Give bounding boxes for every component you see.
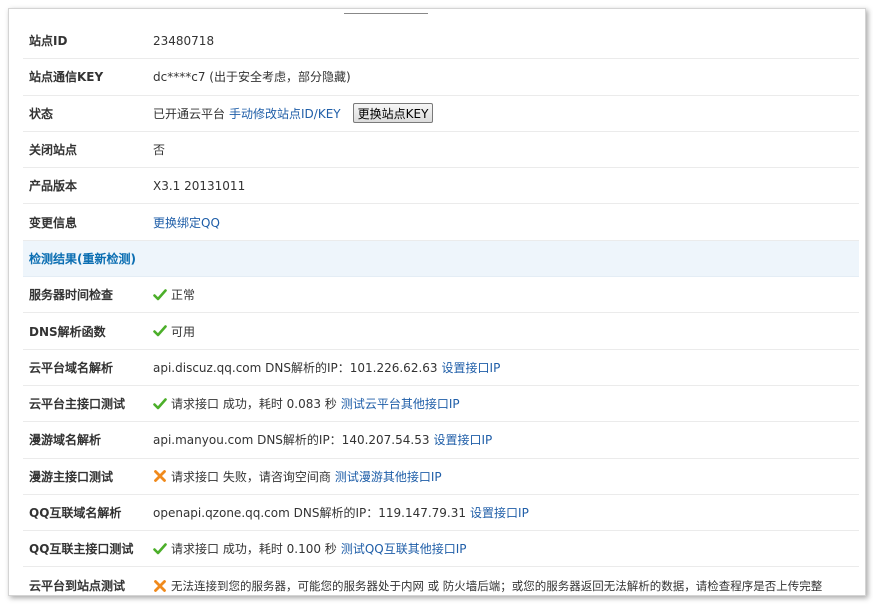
check-label: 云平台主接口测试	[29, 397, 126, 412]
table-row: 变更信息 更换绑定QQ	[23, 204, 859, 241]
change-bound-qq-link[interactable]: 更换绑定QQ	[153, 214, 220, 231]
check-result-text: 可用	[171, 324, 196, 339]
table-row: 关闭站点 否	[23, 132, 859, 169]
check-icon	[153, 325, 167, 337]
check-row: 云平台主接口测试 请求接口 成功，耗时 0.083 秒 测试云平台其他接口IP	[23, 386, 859, 423]
check-row: 云平台域名解析 api.discuz.qq.com DNS解析的IP：101.2…	[23, 350, 859, 386]
test-cloud-other-ip-link[interactable]: 测试云平台其他接口IP	[341, 395, 460, 412]
table-row: 状态 已开通云平台 手动修改站点ID/KEY 更换站点KEY	[23, 96, 859, 132]
row-label: 变更信息	[29, 215, 78, 230]
check-row: 漫游域名解析 api.manyou.com DNS解析的IP：140.207.5…	[23, 422, 859, 459]
set-interface-ip-link[interactable]: 设置接口IP	[433, 431, 492, 448]
section-title: 检测结果(重新检测)	[29, 251, 136, 266]
dns-result-text: openapi.qzone.qq.com DNS解析的IP：119.147.79…	[153, 506, 467, 520]
check-row: QQ互联域名解析 openapi.qzone.qq.com DNS解析的IP：1…	[23, 495, 859, 532]
check-label: 服务器时间检查	[29, 288, 114, 303]
table-row: 产品版本 X3.1 20131011	[23, 168, 859, 205]
check-row: DNS解析函数 可用	[23, 313, 859, 350]
top-divider	[344, 13, 428, 14]
site-key-value: dc****c7 (出于安全考虑，部分隐藏)	[153, 70, 351, 85]
dns-result-text: api.discuz.qq.com DNS解析的IP：101.226.62.63	[153, 360, 438, 375]
row-label: 产品版本	[29, 179, 78, 194]
cross-icon	[154, 470, 166, 483]
check-row: QQ互联主接口测试 请求接口 成功，耗时 0.100 秒 测试QQ互联其他接口I…	[23, 531, 859, 568]
check-label: 云平台到站点测试	[29, 579, 126, 594]
row-label: 站点ID	[29, 34, 68, 49]
row-label: 站点通信KEY	[29, 70, 104, 85]
change-site-key-button[interactable]: 更换站点KEY	[352, 103, 434, 124]
check-label: QQ互联域名解析	[29, 506, 122, 520]
check-label: QQ互联主接口测试	[29, 542, 134, 557]
check-icon	[153, 288, 167, 301]
status-table: 站点ID 23480718 站点通信KEY dc****c7 (出于安全考虑，部…	[23, 23, 859, 595]
check-icon	[153, 542, 167, 555]
check-result-text: 请求接口 成功，耗时 0.083 秒	[171, 397, 337, 412]
dns-result-text: api.manyou.com DNS解析的IP：140.207.54.53	[153, 433, 430, 448]
cross-icon	[154, 579, 166, 592]
check-label: 漫游主接口测试	[29, 469, 114, 484]
row-label: 状态	[29, 106, 54, 121]
status-text: 已开通云平台	[153, 106, 226, 121]
check-row: 服务器时间检查 正常	[23, 277, 859, 314]
check-row: 云平台到站点测试 无法连接到您的服务器，可能您的服务器处于内网 或 防火墙后端；…	[23, 567, 859, 595]
check-results-section-header: 检测结果(重新检测)	[23, 240, 859, 278]
cloud-platform-panel: 站点ID 23480718 站点通信KEY dc****c7 (出于安全考虑，部…	[8, 8, 866, 596]
check-result-text: 请求接口 成功，耗时 0.100 秒	[171, 542, 337, 557]
table-row: 站点通信KEY dc****c7 (出于安全考虑，部分隐藏)	[23, 59, 859, 96]
set-interface-ip-link[interactable]: 设置接口IP	[470, 504, 529, 521]
check-result-text: 请求接口 失败，请咨询空间商	[171, 469, 331, 484]
recheck-link[interactable]: 重新检测	[83, 252, 131, 266]
product-version-value: X3.1 20131011	[153, 178, 246, 193]
set-interface-ip-link[interactable]: 设置接口IP	[442, 359, 501, 376]
check-icon	[153, 397, 167, 409]
check-label: DNS解析函数	[29, 324, 106, 339]
edit-site-id-key-link[interactable]: 手动修改站点ID/KEY	[229, 105, 341, 122]
row-label: 关闭站点	[29, 143, 78, 158]
check-row: 漫游主接口测试 请求接口 失败，请咨询空间商 测试漫游其他接口IP	[23, 459, 859, 495]
close-site-value: 否	[153, 143, 166, 158]
table-row: 站点ID 23480718	[23, 23, 859, 60]
site-id-value: 23480718	[153, 33, 215, 48]
test-qq-connect-other-ip-link[interactable]: 测试QQ互联其他接口IP	[341, 540, 467, 557]
test-manyou-other-ip-link[interactable]: 测试漫游其他接口IP	[335, 468, 442, 485]
check-label: 云平台域名解析	[29, 360, 114, 375]
check-result-text: 无法连接到您的服务器，可能您的服务器处于内网 或 防火墙后端；或您的服务器返回无…	[171, 578, 823, 593]
check-result-text: 正常	[171, 288, 196, 303]
check-label: 漫游域名解析	[29, 433, 102, 448]
